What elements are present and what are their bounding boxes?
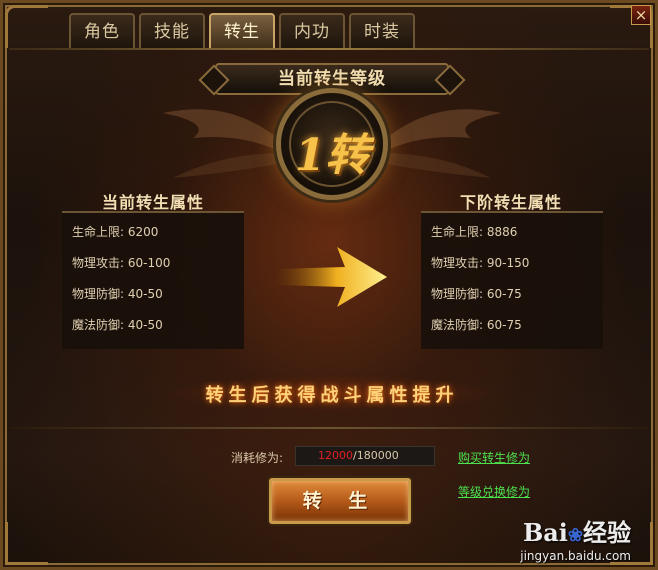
watermark-logo-suffix: 经验 [583,518,631,547]
close-button[interactable]: × [631,5,651,25]
arrow-right-icon [275,247,387,307]
frame-corner-ornament [5,5,48,48]
tab-skills[interactable]: 技能 [139,13,205,49]
stat-magic-defense: 魔法防御: 40-50 [72,318,163,332]
tab-fashion[interactable]: 时装 [349,13,415,49]
tab-bar: 角色 技能 转生 内功 时装 [69,13,415,49]
watermark-url: jingyan.baidu.com [520,549,631,563]
stat-magic-defense: 魔法防御: 60-75 [431,318,522,332]
frame-corner-ornament [5,522,48,565]
section-divider [9,427,649,429]
rebirth-button[interactable]: 转 生 [269,478,411,524]
tab-character[interactable]: 角色 [69,13,135,49]
wing-ornament-left-icon [163,109,283,178]
watermark-logo-text: Bai [522,518,568,547]
next-attributes-title: 下阶转生属性 [459,193,562,212]
stat-physical-defense: 物理防御: 40-50 [72,287,163,301]
rebirth-bonus-text: 转生后获得战斗属性提升 [205,385,459,406]
current-attributes-title: 当前转生属性 [101,193,204,212]
rebirth-window: × 角色 技能 转生 内功 时装 当前转生等级 1转 当前转生属性 生命上限: … [0,0,658,570]
current-attributes-panel: 生命上限: 6200 物理攻击: 60-100 物理防御: 40-50 魔法防御… [62,211,244,349]
wing-ornament-right-icon [381,109,501,178]
cost-label: 消耗修为: [231,451,284,465]
cost-value-box: 12000/180000 [295,446,435,466]
cost-current-value: 12000 [318,449,353,462]
rebirth-level-emblem: 1转 [276,88,388,200]
exchange-cultivation-link[interactable]: 等级兑换修为 [458,483,530,500]
paw-icon: ❀ [567,525,583,546]
stat-max-hp: 生命上限: 8886 [431,225,518,239]
watermark-logo: Bai❀经验 [520,520,631,549]
stat-physical-attack: 物理攻击: 60-100 [72,256,171,270]
baidu-jingyan-watermark: Bai❀经验 jingyan.baidu.com [520,520,631,564]
stat-physical-attack: 物理攻击: 90-150 [431,256,530,270]
tab-divider [9,48,649,50]
stat-max-hp: 生命上限: 6200 [72,225,159,239]
buy-cultivation-link[interactable]: 购买转生修为 [458,449,530,466]
cost-max-value: /180000 [353,449,399,462]
stat-physical-defense: 物理防御: 60-75 [431,287,522,301]
rebirth-level-badge: 1转 [294,130,370,181]
tab-rebirth[interactable]: 转生 [209,13,275,49]
next-attributes-panel: 生命上限: 8886 物理攻击: 90-150 物理防御: 60-75 魔法防御… [421,211,603,349]
tab-inner-power[interactable]: 内功 [279,13,345,49]
